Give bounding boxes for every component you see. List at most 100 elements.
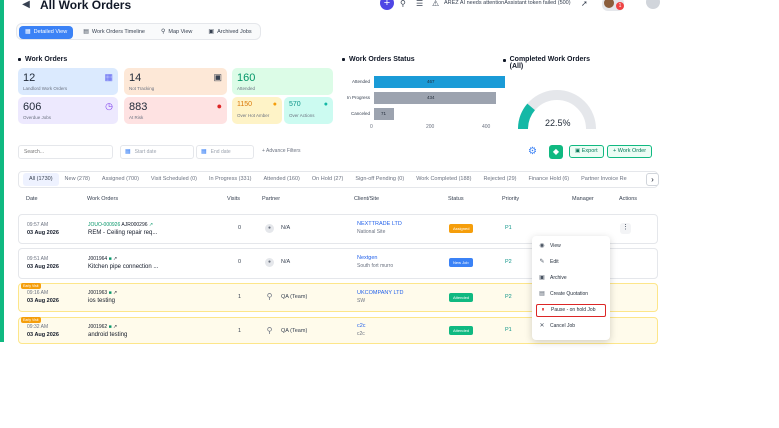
archive-icon: ▣ [539,275,545,281]
pause-icon: ⏸ [541,307,545,313]
start-date-field[interactable]: ▦ Start date [120,145,194,159]
notification-badge: 1 [616,2,624,10]
x-tick-label: 400 [482,124,491,130]
status-badge: New Job [449,258,473,267]
tab-status-in-progress[interactable]: In Progress (331) [203,173,258,186]
end-date-field[interactable]: ▦ End date [196,145,254,159]
check-icon: ● [323,101,328,108]
tab-map-view[interactable]: ⚲ Map View [155,26,198,39]
tab-status-new[interactable]: New (278) [59,173,96,186]
lock-icon: ▣ [213,72,222,82]
grid-icon: ▦ [25,29,31,35]
status-section-title: Work Orders Status [342,56,415,63]
eye-icon: ◉ [539,243,545,249]
bar-category-label: Canceled [350,111,370,116]
menu-item-archive[interactable]: ▣ Archive [536,272,606,285]
page-title: All Work Orders [40,0,132,12]
pin-icon[interactable]: ➚ [581,0,588,8]
card-at-risk[interactable]: 883 At Risk ● [124,97,227,124]
external-link-icon: ↗ [113,256,118,262]
close-icon: ✕ [539,323,545,329]
clock-icon: ◷ [105,101,113,111]
tab-status-all[interactable]: All (1730) [23,173,59,186]
card-overdue[interactable]: 606 Overdue Jobs ◷ [18,97,118,124]
alert-icon: ● [216,101,222,111]
bar-category-label: In Progress [346,95,370,100]
card-over-actions[interactable]: 570 Over Actions ● [284,97,333,124]
tab-status-assigned[interactable]: Assigned (700) [96,173,145,186]
team-icon: ⚲ [266,326,273,335]
external-link-icon: ↗ [113,290,118,296]
work-order-id[interactable]: J001962 ■ ↗ [88,324,117,330]
user-icon: ● [265,224,274,233]
table-header: Date Work Orders Visits Partner Client/S… [26,196,638,202]
tab-status-visit-scheduled[interactable]: Visit Scheduled (0) [145,173,203,186]
completed-percent: 22.5% [545,118,571,128]
warning-icon[interactable]: ⚠ [432,0,439,8]
add-work-order-button[interactable]: + Work Order [607,145,653,158]
external-link-icon: ↗ [148,222,154,228]
early-visit-badge: Early Visit [21,283,41,289]
map-icon: ⚲ [160,29,166,35]
work-orders-section-title: Work Orders [18,56,67,63]
work-order-id[interactable]: J001963 ■ ↗ [88,290,117,296]
sidebar-accent [0,0,4,342]
card-attended[interactable]: 160 Attended [232,68,333,95]
tab-status-rejected[interactable]: Rejected (29) [477,173,522,186]
tab-status-work-completed[interactable]: Work Completed (188) [410,173,477,186]
tab-archived-jobs[interactable]: ▣ Archived Jobs [202,26,257,39]
menu-item-edit[interactable]: ✎ Edit [536,256,606,269]
status-badge: Attended [449,326,474,335]
tab-status-on-hold[interactable]: On Hold (27) [306,173,350,186]
tab-status-partner-invoice[interactable]: Partner Invoice Re [575,173,633,186]
alert-text: AREZ AI needs attentionAssistant token f… [444,0,571,6]
export-button[interactable]: ▣ Export [569,145,604,158]
actions-menu-button[interactable]: ⋮ [620,223,631,234]
top-header: ◀ All Work Orders + ⚲ ☰ ⚠ AREZ AI needs … [6,0,779,14]
back-button[interactable]: ◀ [20,0,32,10]
card-over-hot-amber[interactable]: 1150 Over Hot Amber ● [232,97,282,124]
bar-category-label: Attended [351,79,370,84]
tab-status-attended[interactable]: Attended (160) [257,173,305,186]
timeline-icon: ▤ [83,29,89,35]
work-order-id[interactable]: JOUO-000926 AJR000296 ↗ [88,222,153,228]
add-button[interactable]: + [380,0,394,10]
tab-detailed-view[interactable]: ▦ Detailed View [19,26,74,39]
x-tick-label: 0 [370,124,373,130]
card-not-tracking[interactable]: 14 Not Tracking ▣ [124,68,227,95]
user-icon: ● [265,258,274,267]
status-badge: Attended [449,293,474,302]
tab-work-orders-timeline[interactable]: ▤ Work Orders Timeline [77,26,151,39]
menu-item-create-quotation[interactable]: ▤ Create Quotation [536,288,606,301]
warning-icon: ● [272,101,277,108]
menu-item-pause-on-hold[interactable]: ⏸ Pause - on hold Job [536,304,606,317]
calendar-icon: ▦ [201,149,207,155]
plus-icon: + [262,148,265,154]
search-input[interactable] [18,145,113,159]
tab-status-sign-off-pending[interactable]: Sign-off Pending (0) [349,173,410,186]
x-tick-label: 200 [426,124,435,130]
calendar-icon: ▦ [125,149,131,155]
bar-value-label: 434 [427,95,435,100]
menu-item-view[interactable]: ◉ View [536,240,606,253]
layers-icon[interactable]: ◆ [549,145,563,159]
external-link-icon: ↗ [113,324,118,330]
list-icon[interactable]: ☰ [416,0,423,8]
actions-dropdown-menu: ◉ View ✎ Edit ▣ Archive ▤ Create Quotation ⏸… [532,236,610,340]
tabs-next-button[interactable]: › [646,173,659,186]
card-landlord[interactable]: 12 Landlord Work Orders ▦ [18,68,118,95]
profile-avatar[interactable] [646,0,660,9]
status-tabs: All (1730) New (278) Assigned (700) Visi… [18,171,658,188]
filter-icon[interactable]: ⚙ [528,146,537,157]
search-icon[interactable]: ⚲ [400,0,406,8]
work-order-id[interactable]: J001964 ■ ↗ [88,256,117,262]
donut-fill [518,103,536,130]
export-icon: ▣ [575,148,581,154]
status-chart: Attended 467 In Progress 434 Canceled 71 0 200 4… [340,72,505,136]
early-visit-badge: Early Visit [21,317,41,323]
status-bar [374,76,505,88]
menu-item-cancel-job[interactable]: ✕ Cancel Job [536,320,606,333]
grid-icon: ▦ [104,72,113,82]
advanced-filters-button[interactable]: + Advance Filters [262,148,301,154]
tab-status-finance-hold[interactable]: Finance Hold (6) [522,173,575,186]
